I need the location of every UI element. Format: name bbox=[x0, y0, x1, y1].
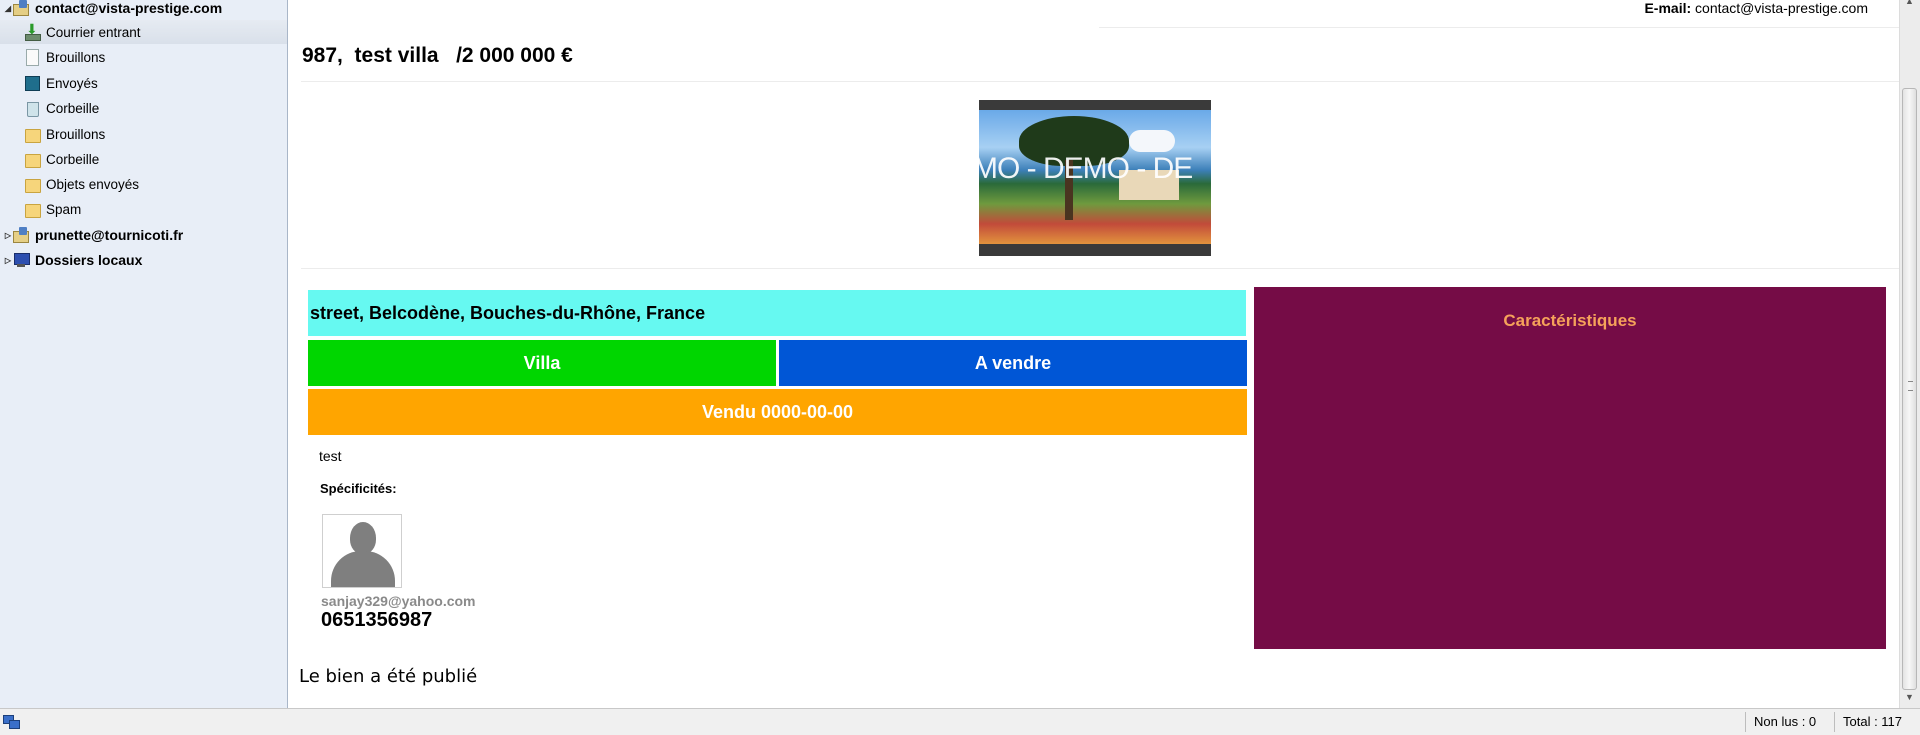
status-bar: Non lus : 0 Total : 117 bbox=[0, 708, 1920, 735]
folder-drafts[interactable]: Brouillons bbox=[0, 45, 287, 69]
folder-label: Corbeille bbox=[46, 100, 100, 116]
folder-label: Envoyés bbox=[46, 75, 98, 91]
scroll-grip-icon bbox=[1908, 381, 1913, 391]
account-name: contact@vista-prestige.com bbox=[35, 0, 223, 16]
mail-account-icon bbox=[13, 0, 29, 16]
photo-cloud bbox=[1129, 130, 1175, 152]
account-name: Dossiers locaux bbox=[35, 252, 143, 268]
divider bbox=[301, 81, 1899, 82]
avatar-head bbox=[350, 522, 376, 554]
folder-icon bbox=[24, 151, 41, 168]
property-type-badge: Villa bbox=[308, 340, 776, 386]
folder-trash-2[interactable]: Corbeille bbox=[0, 147, 287, 171]
agent-email[interactable]: sanjay329@yahoo.com bbox=[321, 593, 476, 609]
account-local-folders[interactable]: ▷ Dossiers locaux bbox=[0, 248, 287, 272]
folder-sent[interactable]: Envoyés bbox=[0, 71, 287, 95]
message-body: E-mail: contact@vista-prestige.com 987, … bbox=[289, 0, 1900, 708]
expand-triangle-icon[interactable]: ▷ bbox=[3, 256, 13, 265]
scroll-down-arrow-icon[interactable]: ▼ bbox=[1900, 692, 1919, 708]
specifics-label: Spécificités: bbox=[320, 481, 397, 496]
listing-title: 987, test villa /2 000 000 € bbox=[302, 44, 573, 67]
folder-icon bbox=[24, 176, 41, 193]
trash-icon bbox=[24, 100, 40, 117]
scroll-thumb[interactable] bbox=[1902, 88, 1917, 690]
property-address: street, Belcodène, Bouches-du-Rhône, Fra… bbox=[308, 290, 1246, 336]
divider bbox=[1099, 27, 1899, 28]
agent-avatar bbox=[322, 514, 402, 588]
folder-sent-items[interactable]: Objets envoyés bbox=[0, 172, 287, 196]
unread-count: Non lus : 0 bbox=[1754, 714, 1817, 729]
folder-label: Objets envoyés bbox=[46, 176, 140, 192]
folder-trash[interactable]: Corbeille bbox=[0, 96, 287, 120]
divider bbox=[301, 268, 1899, 269]
account-prunette[interactable]: ▷ prunette@tournicoti.fr bbox=[0, 223, 287, 247]
folder-spam[interactable]: Spam bbox=[0, 197, 287, 221]
email-value[interactable]: contact@vista-prestige.com bbox=[1695, 0, 1868, 16]
header-email: E-mail: contact@vista-prestige.com bbox=[1644, 0, 1868, 16]
folder-drafts-2[interactable]: Brouillons bbox=[0, 122, 287, 146]
features-panel: Caractéristiques bbox=[1254, 287, 1886, 649]
account-name: prunette@tournicoti.fr bbox=[35, 227, 184, 243]
features-title: Caractéristiques bbox=[1503, 311, 1637, 330]
demo-watermark: MO - DEMO - DE bbox=[979, 152, 1193, 185]
vertical-scrollbar[interactable]: ▲ ▼ bbox=[1899, 0, 1920, 708]
folder-inbox[interactable]: Courrier entrant bbox=[0, 20, 287, 44]
folder-label: Courrier entrant bbox=[46, 24, 141, 40]
expand-triangle-icon[interactable]: ▷ bbox=[3, 231, 13, 240]
description-text: test bbox=[319, 448, 342, 464]
status-separator bbox=[1834, 712, 1835, 732]
scroll-up-arrow-icon[interactable]: ▲ bbox=[1900, 0, 1919, 12]
agent-phone: 0651356987 bbox=[321, 609, 433, 631]
published-note: Le bien a été publié bbox=[299, 666, 478, 687]
sent-icon bbox=[24, 75, 40, 91]
folder-pane: ◢ contact@vista-prestige.com Courrier en… bbox=[0, 0, 288, 708]
account-contact-vista-prestige[interactable]: ◢ contact@vista-prestige.com bbox=[0, 0, 287, 20]
mail-account-icon bbox=[13, 227, 29, 243]
avatar-body bbox=[331, 551, 395, 587]
collapse-triangle-icon[interactable]: ◢ bbox=[3, 4, 13, 13]
folder-label: Brouillons bbox=[46, 126, 106, 142]
network-status-icon[interactable] bbox=[3, 714, 20, 730]
folder-icon bbox=[24, 201, 41, 218]
drafts-icon bbox=[24, 49, 40, 66]
status-separator bbox=[1745, 712, 1746, 732]
listing-status-badge: A vendre bbox=[779, 340, 1247, 386]
total-count: Total : 117 bbox=[1843, 714, 1903, 729]
local-folders-icon bbox=[13, 252, 30, 268]
sold-date-badge: Vendu 0000-00-00 bbox=[308, 389, 1247, 435]
folder-icon bbox=[24, 126, 41, 143]
email-label: E-mail: bbox=[1644, 0, 1692, 16]
folder-label: Spam bbox=[46, 201, 82, 217]
inbox-icon bbox=[24, 21, 41, 41]
property-photo[interactable]: MO - DEMO - DE bbox=[979, 100, 1211, 256]
folder-label: Corbeille bbox=[46, 151, 100, 167]
folder-label: Brouillons bbox=[46, 49, 106, 65]
